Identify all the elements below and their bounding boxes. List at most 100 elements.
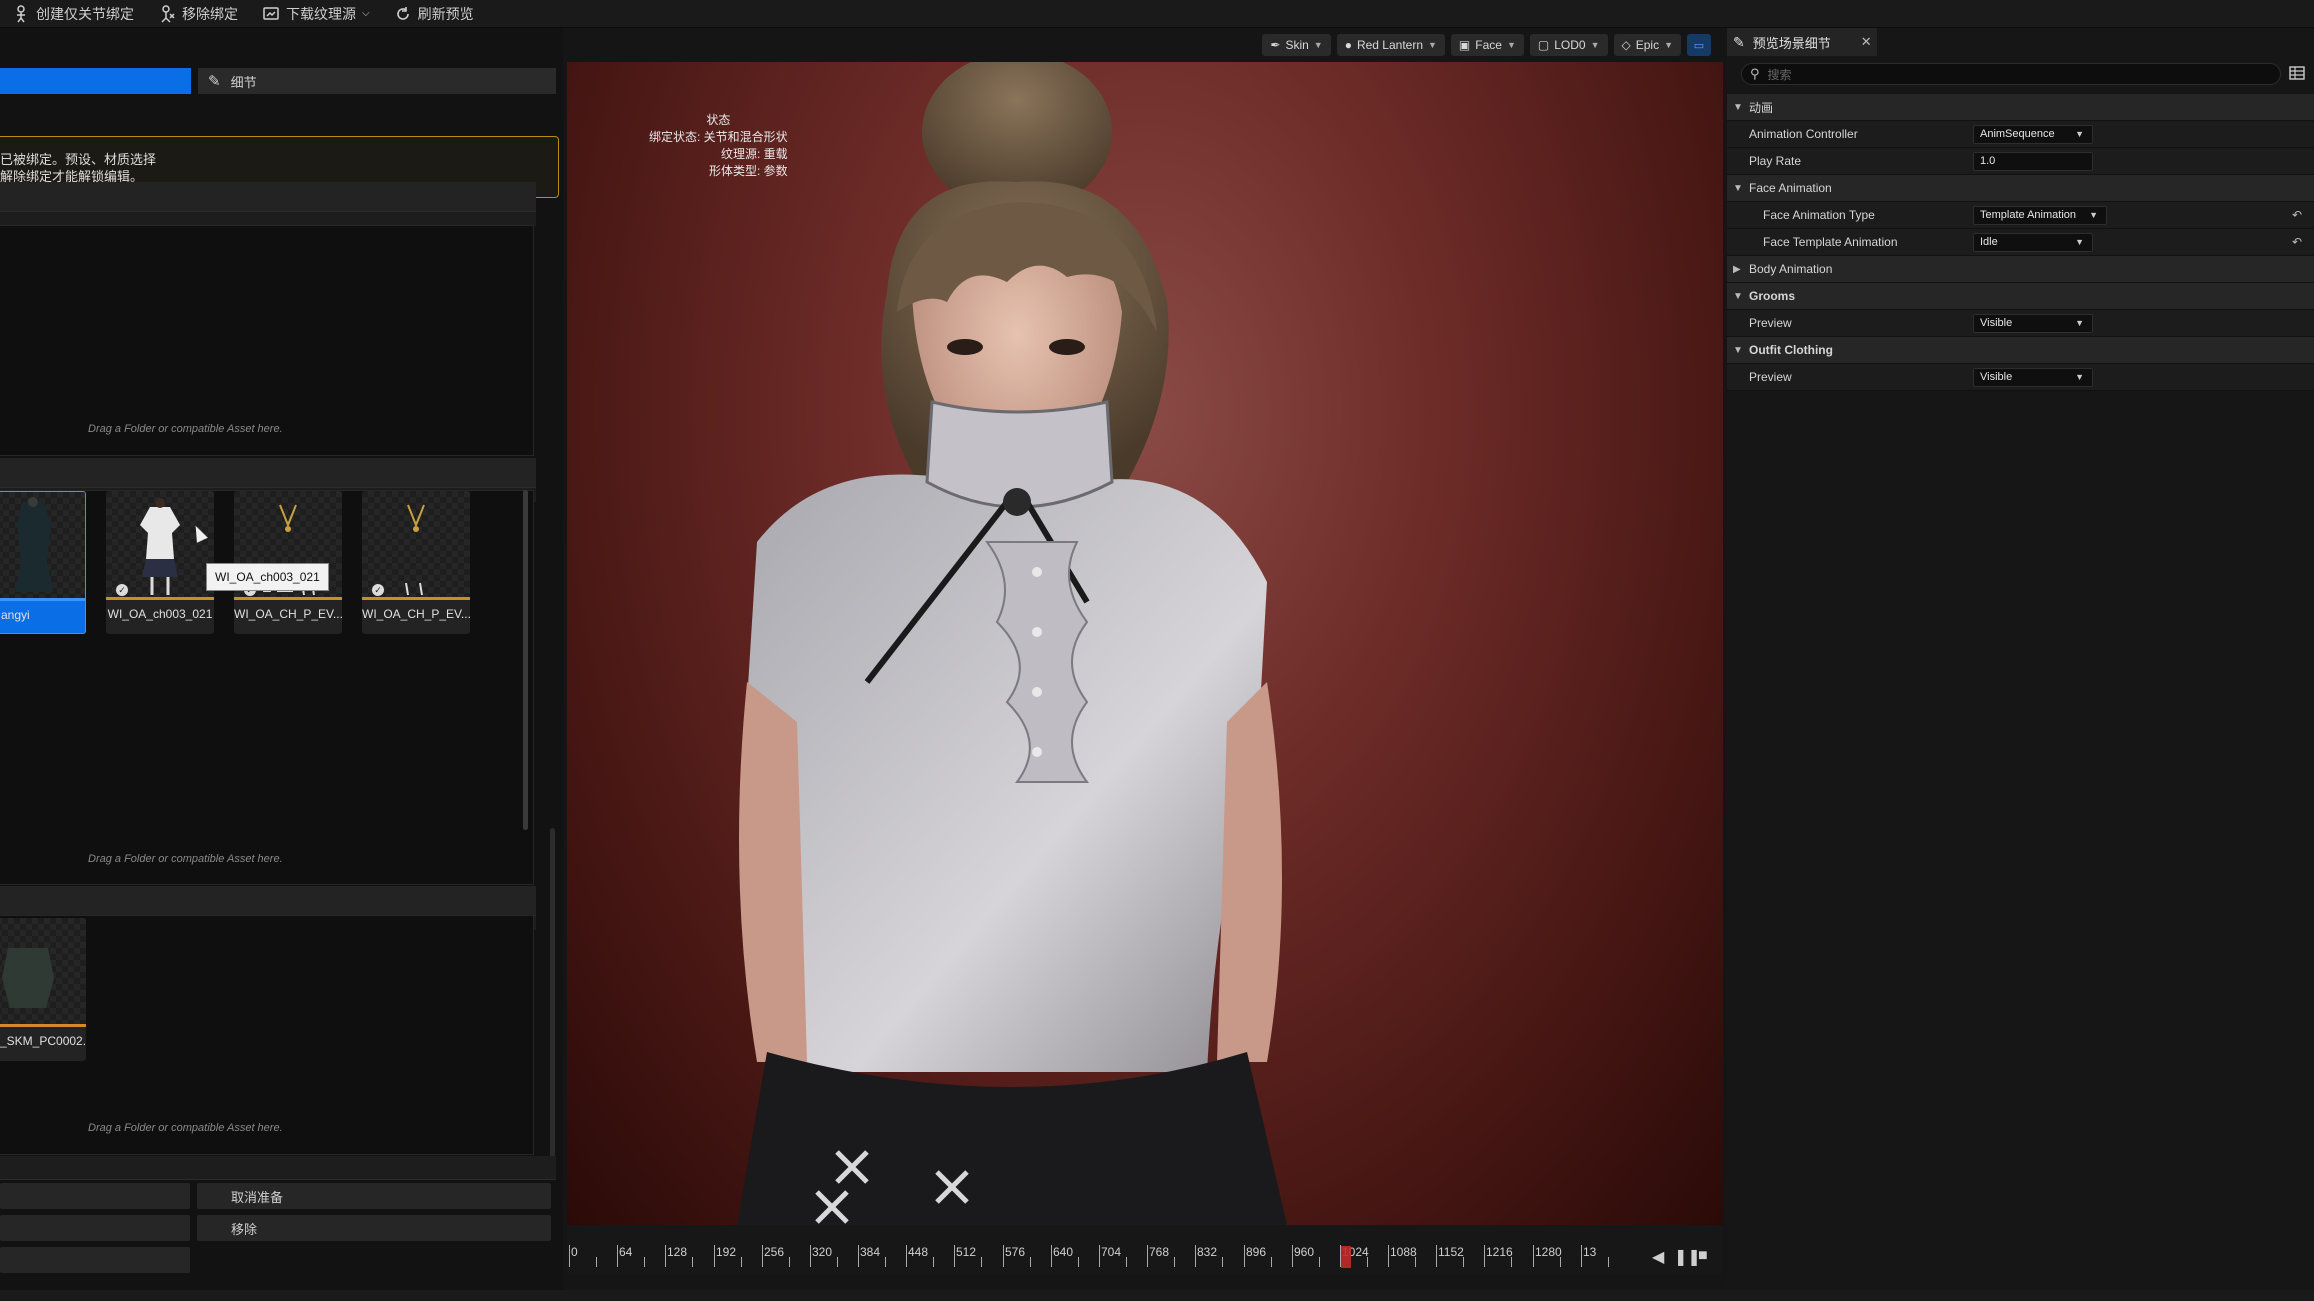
stop-icon[interactable]: ■ (1698, 1247, 1708, 1265)
skin-dropdown[interactable]: ✒ Skin ▼ (1262, 34, 1331, 56)
chevron-down-icon: ▼ (1428, 40, 1437, 50)
expand-arrow-icon[interactable]: ▼ (1733, 291, 1747, 302)
tab-preview-scene-details[interactable]: ✎ 预览场景细节 ✕ (1727, 28, 1877, 56)
timeline-minor-tick (837, 1257, 838, 1267)
left-panel-scrollbar[interactable] (550, 828, 555, 1163)
details-search-input[interactable]: ⚲ 搜索 (1741, 63, 2281, 85)
timeline-tick-label: 0 (571, 1245, 578, 1259)
property-name: 动画 (1749, 100, 1774, 115)
timeline-major-tick (1533, 1245, 1534, 1267)
details-category-row[interactable]: ▼ Grooms (1727, 283, 2314, 310)
section-header-3[interactable] (0, 886, 536, 916)
collapse-arrow-icon[interactable]: ▶ (1733, 264, 1747, 275)
chevron-down-icon: ▼ (2075, 129, 2084, 139)
timeline-major-tick (665, 1245, 666, 1267)
section-header-2[interactable] (0, 458, 536, 488)
asset-label: WI_OA_ch003_021 (107, 607, 213, 621)
timeline-track[interactable]: 0 64 128 192 256 320 384 448 512 576 640 704 768 832 8… (569, 1245, 1629, 1269)
tab-preview-scene-details-label: 预览场景细节 (1752, 35, 1831, 51)
asset-tile[interactable]: ✓ WI_OA_ch003_021 (106, 491, 214, 634)
search-icon: ⚲ (1750, 66, 1760, 81)
remove-button[interactable]: 移除 (197, 1215, 551, 1241)
play-reverse-icon[interactable]: ◀ (1652, 1247, 1664, 1267)
check-icon: ✓ (116, 584, 128, 596)
animation-timeline[interactable]: 0 64 128 192 256 320 384 448 512 576 640 704 768 832 8… (567, 1225, 1723, 1273)
lighting-dropdown[interactable]: ● Red Lantern ▼ (1336, 34, 1445, 56)
property-number-input[interactable]: 1.0 (1973, 151, 2093, 171)
timeline-tick-label: 192 (716, 1245, 737, 1259)
expand-arrow-icon[interactable]: ▼ (1733, 345, 1747, 356)
create-joint-bind-label: 创建仅关节绑定 (36, 5, 134, 22)
timeline-minor-tick (741, 1257, 742, 1267)
tab-active[interactable] (0, 68, 191, 94)
left-button-empty-1[interactable] (0, 1183, 190, 1209)
timeline-major-tick (858, 1245, 859, 1267)
left-button-empty-3[interactable] (0, 1247, 190, 1273)
character-render[interactable]: 状态 绑定状态: 关节和混合形状 纹理源: 重载 形体类型: 参数 (567, 62, 1723, 1225)
assets-scrollbar[interactable] (523, 490, 528, 830)
details-category-row[interactable]: ▼ 动画 (1727, 94, 2314, 121)
timeline-minor-tick (1608, 1257, 1609, 1267)
property-name: Preview (1749, 316, 1792, 330)
pause-icon[interactable]: ❚❚ (1674, 1247, 1701, 1267)
reset-to-default-icon[interactable]: ↶ (2292, 235, 2302, 249)
asset-thumbnail (362, 491, 470, 597)
asset-tile[interactable]: _SKM_PC0002... (0, 918, 86, 1061)
timeline-major-tick (569, 1245, 570, 1267)
remove-bind-label: 移除绑定 (182, 5, 238, 22)
settings-grid-icon[interactable] (2289, 65, 2305, 81)
left-button-empty-2[interactable] (0, 1215, 190, 1241)
drop-hint-1: Drag a Folder or compatible Asset here. (88, 423, 283, 435)
left-panel: ✎ 细节 已被绑定。预设、材质选择 解除绑定才能解锁编辑。 Drag a Fol… (0, 28, 563, 1301)
lighting-dropdown-label: Red Lantern (1356, 38, 1423, 52)
remove-label: 移除 (231, 1221, 258, 1237)
refresh-preview-button[interactable]: 刷新预览 (382, 0, 486, 28)
timeline-tick-label: 384 (860, 1245, 881, 1259)
asset-tooltip: WI_OA_ch003_021 (206, 563, 329, 591)
lod-dropdown[interactable]: ▢ LOD0 ▼ (1529, 34, 1608, 56)
timeline-playhead[interactable] (1341, 1246, 1351, 1268)
asset-tile[interactable]: ✓ angyi (0, 491, 86, 634)
timeline-major-tick (1003, 1245, 1004, 1267)
asset-tile[interactable]: ✓ WI_OA_CH_P_EV... (362, 491, 470, 634)
drop-hint-2: Drag a Folder or compatible Asset here. (88, 853, 283, 865)
camera-dropdown[interactable]: ▣ Face ▼ (1450, 34, 1524, 56)
drop-area-1[interactable]: Drag a Folder or compatible Asset here. (0, 225, 534, 456)
timeline-tick-label: 704 (1101, 1245, 1122, 1259)
chevron-down-icon: ⌵ (362, 8, 370, 19)
section-header-1[interactable] (0, 182, 536, 212)
viewport-options-button[interactable]: ▭ (1687, 34, 1711, 56)
expand-arrow-icon[interactable]: ▼ (1733, 102, 1747, 113)
details-category-row[interactable]: ▼ Face Animation (1727, 175, 2314, 202)
asset-thumbnail (0, 918, 86, 1024)
close-icon[interactable]: ✕ (1861, 34, 1872, 50)
tab-details[interactable]: ✎ 细节 (198, 68, 556, 94)
property-value: Visible (1980, 371, 2013, 383)
property-name: Play Rate (1749, 154, 1802, 168)
quality-dropdown[interactable]: ◇ Epic ▼ (1613, 34, 1681, 56)
download-texture-button[interactable]: 下载纹理源 ⌵ (250, 0, 382, 28)
unprepare-button[interactable]: 取消准备 (197, 1183, 551, 1209)
pencil-icon: ✎ (208, 73, 221, 90)
reset-to-default-icon[interactable]: ↶ (2292, 208, 2302, 222)
property-name: Outfit Clothing (1749, 343, 1833, 357)
property-dropdown[interactable]: Template Animation ▼ (1973, 205, 2107, 225)
details-category-row[interactable]: ▼ Outfit Clothing (1727, 337, 2314, 364)
timeline-tick-label: 896 (1246, 1245, 1267, 1259)
details-property-row: Preview Visible ▼ (1727, 364, 2314, 391)
timeline-major-tick (1581, 1245, 1582, 1267)
timeline-tick-label: 13 (1583, 1245, 1597, 1259)
warning-line-1: 已被绑定。预设、材质选择 (0, 152, 157, 167)
details-category-row[interactable]: ▶ Body Animation (1727, 256, 2314, 283)
cube-icon: ▢ (1537, 38, 1550, 52)
property-dropdown[interactable]: Visible ▼ (1973, 367, 2093, 387)
property-dropdown[interactable]: AnimSequence ▼ (1973, 124, 2093, 144)
timeline-major-tick (1244, 1245, 1245, 1267)
remove-bind-button[interactable]: 移除绑定 (146, 0, 250, 28)
property-dropdown[interactable]: Visible ▼ (1973, 313, 2093, 333)
expand-arrow-icon[interactable]: ▼ (1733, 183, 1747, 194)
viewport-stats-overlay: 状态 绑定状态: 关节和混合形状 纹理源: 重载 形体类型: 参数 (649, 112, 788, 180)
property-dropdown[interactable]: Idle ▼ (1973, 232, 2093, 252)
timeline-minor-tick (1126, 1257, 1127, 1267)
create-joint-bind-button[interactable]: 创建仅关节绑定 (0, 0, 146, 28)
